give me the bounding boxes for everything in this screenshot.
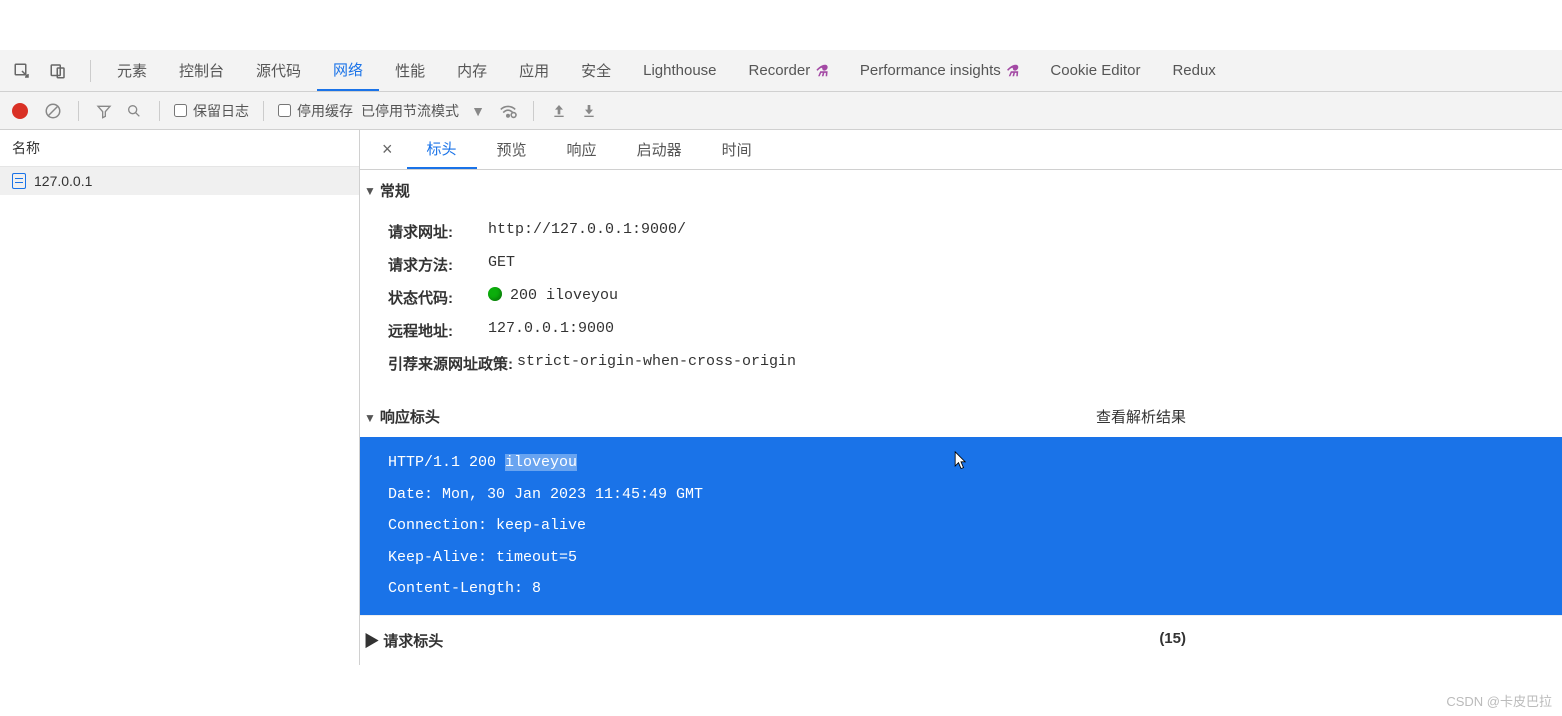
close-detail-icon[interactable]: ×: [368, 139, 407, 160]
requests-sidebar: 名称 127.0.0.1: [0, 130, 360, 665]
tab-performance[interactable]: 性能: [379, 50, 441, 91]
detail-tabs: × 标头 预览 响应 启动器 时间: [360, 130, 1562, 170]
raw-line: Date: Mon, 30 Jan 2023 11:45:49 GMT: [388, 479, 1562, 511]
label-status-code: 状态代码:: [388, 287, 484, 308]
raw-line: Connection: keep-alive: [388, 510, 1562, 542]
tab-network[interactable]: 网络: [317, 50, 379, 91]
flask-icon: ⁨⚗: [814, 62, 827, 80]
tab-memory[interactable]: 内存: [441, 50, 503, 91]
preserve-log-checkbox[interactable]: 保留日志: [174, 101, 249, 121]
value-remote-addr: 127.0.0.1:9000: [488, 320, 614, 341]
flask-icon: ⚗: [1005, 62, 1018, 80]
search-icon[interactable]: [123, 103, 145, 119]
dtab-initiator[interactable]: 启动器: [617, 130, 702, 169]
general-block: 请求网址:http://127.0.0.1:9000/ 请求方法:GET 状态代…: [360, 211, 1562, 396]
disable-cache-checkbox[interactable]: 停用缓存: [278, 101, 353, 121]
status-dot-icon: [488, 287, 502, 301]
tab-application[interactable]: 应用: [503, 50, 565, 91]
request-detail-pane: × 标头 预览 响应 启动器 时间 ▼ 常规 请求网址:http://127.0…: [360, 130, 1562, 665]
wifi-settings-icon[interactable]: [497, 103, 519, 119]
throttling-dropdown-icon[interactable]: ▼: [467, 103, 489, 119]
tab-elements[interactable]: 元素: [101, 50, 163, 91]
dtab-headers[interactable]: 标头: [407, 130, 477, 169]
label-referrer-policy: 引荐来源网址政策:: [388, 353, 513, 374]
inspect-element-icon[interactable]: [8, 57, 36, 85]
value-status-code: 200 iloveyou: [488, 287, 618, 308]
section-response-headers-head[interactable]: ▼ 响应标头 查看解析结果: [360, 396, 1562, 437]
main-content: 名称 127.0.0.1 × 标头 预览 响应 启动器 时间 ▼ 常规 请求网址…: [0, 130, 1562, 665]
section-request-headers-head[interactable]: ▶ 请求标头 (15): [360, 615, 1562, 665]
label-request-url: 请求网址:: [388, 221, 484, 242]
tab-lighthouse[interactable]: Lighthouse: [627, 50, 732, 91]
filter-icon[interactable]: [93, 103, 115, 119]
tab-recorder[interactable]: Recorder ⁨⚗: [733, 50, 844, 91]
download-icon[interactable]: [578, 103, 600, 119]
label-request-method: 请求方法:: [388, 254, 484, 275]
dtab-response[interactable]: 响应: [547, 130, 617, 169]
response-headers-raw[interactable]: HTTP/1.1 200 iloveyou Date: Mon, 30 Jan …: [360, 437, 1562, 615]
section-general-head[interactable]: ▼ 常规: [360, 170, 1562, 211]
tab-redux[interactable]: Redux: [1156, 50, 1231, 91]
raw-line: Content-Length: 8: [388, 573, 1562, 605]
device-toolbar-icon[interactable]: [44, 57, 72, 85]
tab-perf-insights[interactable]: Performance insights ⚗: [844, 50, 1035, 91]
divider: [533, 101, 534, 121]
tab-console[interactable]: 控制台: [163, 50, 240, 91]
throttling-label[interactable]: 已停用节流模式: [361, 101, 459, 121]
request-headers-count: (15): [1159, 630, 1186, 651]
label-remote-addr: 远程地址:: [388, 320, 484, 341]
tab-sources[interactable]: 源代码: [240, 50, 317, 91]
devtools-panel-tabs: 元素 控制台 源代码 网络 性能 内存 应用 安全 Lighthouse Rec…: [0, 50, 1562, 92]
expand-triangle-icon: ▶: [364, 633, 379, 650]
value-request-method: GET: [488, 254, 515, 275]
watermark: CSDN @卡皮巴拉: [1446, 691, 1552, 710]
raw-line: HTTP/1.1 200 iloveyou: [388, 447, 1562, 479]
value-referrer-policy: strict-origin-when-cross-origin: [517, 353, 796, 374]
divider: [159, 101, 160, 121]
tab-cookie-editor[interactable]: Cookie Editor: [1034, 50, 1156, 91]
clear-icon[interactable]: [42, 102, 64, 120]
request-row[interactable]: 127.0.0.1: [0, 167, 359, 195]
collapse-triangle-icon: ▼: [364, 184, 376, 198]
record-button[interactable]: [12, 103, 28, 119]
network-toolbar: 保留日志 停用缓存 已停用节流模式 ▼: [0, 92, 1562, 130]
section-response-headers-title: 响应标头: [380, 409, 440, 426]
raw-line: Keep-Alive: timeout=5: [388, 542, 1562, 574]
tab-security[interactable]: 安全: [565, 50, 627, 91]
sidebar-name-header[interactable]: 名称: [0, 130, 359, 167]
collapse-triangle-icon: ▼: [364, 411, 376, 425]
dtab-timing[interactable]: 时间: [702, 130, 772, 169]
section-general-title: 常规: [380, 180, 410, 201]
view-parsed-link[interactable]: 查看解析结果: [1096, 406, 1186, 427]
upload-icon[interactable]: [548, 103, 570, 119]
request-name: 127.0.0.1: [34, 173, 92, 189]
divider: [78, 101, 79, 121]
dtab-preview[interactable]: 预览: [477, 130, 547, 169]
document-icon: [12, 173, 26, 189]
value-request-url: http://127.0.0.1:9000/: [488, 221, 686, 242]
divider: [90, 60, 91, 82]
section-request-headers-title: 请求标头: [383, 633, 443, 650]
divider: [263, 101, 264, 121]
